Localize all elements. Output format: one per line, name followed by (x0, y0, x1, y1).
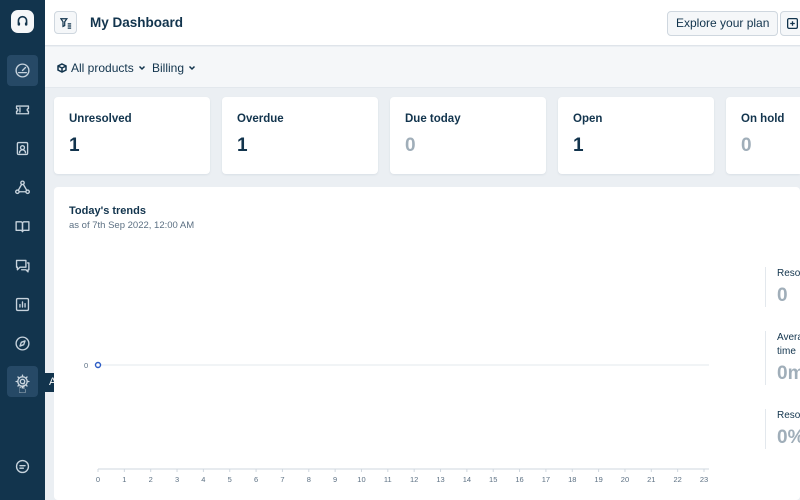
x-tick-label: 16 (515, 475, 523, 484)
x-tick-label: 22 (673, 475, 681, 484)
x-tick-label: 9 (333, 475, 337, 484)
x-tick-label: 7 (280, 475, 284, 484)
card-value: 1 (237, 135, 248, 156)
conversations-icon[interactable] (7, 250, 38, 281)
products-dropdown-label: All products (71, 61, 134, 75)
sidebar: ☝ (0, 0, 45, 500)
new-item-plus-icon[interactable] (780, 11, 800, 36)
groups-icon[interactable] (7, 172, 38, 203)
x-tick-label: 5 (228, 475, 232, 484)
dashboard-icon[interactable] (7, 55, 38, 86)
card-label: Unresolved (69, 113, 132, 125)
x-tick-label: 20 (621, 475, 629, 484)
card-label: Due today (405, 113, 461, 125)
explore-icon[interactable] (7, 328, 38, 359)
x-tick-label: 2 (149, 475, 153, 484)
x-tick-label: 6 (254, 475, 258, 484)
x-tick-label: 3 (175, 475, 179, 484)
chat-support-icon[interactable] (7, 451, 38, 482)
card-overdue[interactable]: Overdue 1 (222, 97, 378, 174)
card-open[interactable]: Open 1 (558, 97, 714, 174)
reports-icon[interactable] (7, 289, 38, 320)
x-tick-label: 12 (410, 475, 418, 484)
products-dropdown[interactable]: All products (57, 61, 146, 75)
chevron-down-icon (138, 65, 145, 71)
chevron-down-icon (188, 65, 196, 71)
x-tick-label: 4 (201, 475, 205, 484)
filter-toggle-icon[interactable] (54, 11, 77, 34)
metric-value: 0 (777, 285, 788, 306)
metric-value: 0m (777, 363, 800, 384)
card-value: 1 (69, 135, 80, 156)
x-tick-label: 17 (542, 475, 550, 484)
page-title: My Dashboard (90, 15, 184, 30)
x-tick-label: 10 (357, 475, 365, 484)
x-tick-label: 14 (463, 475, 471, 484)
card-label: Open (573, 113, 603, 125)
x-tick-label: 11 (384, 475, 392, 484)
products-icon (57, 63, 67, 73)
billing-dropdown[interactable]: Billing (152, 61, 196, 75)
x-tick-label: 15 (489, 475, 497, 484)
card-due-today[interactable]: Due today 0 (390, 97, 546, 174)
x-tick-label: 8 (307, 475, 311, 484)
card-value: 1 (573, 135, 584, 156)
metric-label: Reso (777, 268, 800, 279)
explore-plan-button[interactable]: Explore your plan (667, 11, 779, 36)
card-on-hold[interactable]: On hold 0 (726, 97, 800, 174)
card-unresolved[interactable]: Unresolved 1 (54, 97, 210, 174)
tickets-icon[interactable] (7, 94, 38, 125)
trend-chart: 00 1 2 3 4 5 6 7 8 9 10 11 12 13 14 15 16 17 18 19 20 21 22 23 (84, 361, 709, 484)
card-label: On hold (741, 113, 785, 125)
metric-average-time: Avera time 0m (765, 331, 800, 385)
knowledge-base-icon[interactable] (7, 211, 38, 242)
metric-label: Reso (777, 410, 800, 421)
x-tick-label: 0 (96, 475, 100, 484)
filter-bar: All products Billing (45, 47, 800, 88)
top-header: My Dashboard Explore your plan (45, 0, 800, 46)
x-tick-label: 21 (647, 475, 655, 484)
metric-resolution-rate: Reso 0% (765, 409, 800, 449)
card-value: 0 (405, 135, 416, 156)
x-tick-label: 18 (568, 475, 576, 484)
app-logo-icon[interactable] (11, 10, 34, 33)
series-point (94, 361, 102, 369)
card-value: 0 (741, 135, 752, 156)
metric-label: Avera time (777, 332, 800, 357)
card-label: Overdue (237, 113, 284, 125)
todays-trends-panel: Today's trends as of 7th Sep 2022, 12:00… (54, 187, 800, 500)
x-tick-label: 23 (700, 475, 708, 484)
hand-cursor-icon: ☝ (18, 380, 27, 396)
x-tick-label: 19 (594, 475, 602, 484)
billing-dropdown-label: Billing (152, 61, 185, 75)
x-tick-label: 1 (122, 475, 126, 484)
x-tick-label: 13 (436, 475, 444, 484)
metric-value: 0% (777, 427, 800, 448)
y-tick-label: 0 (84, 361, 88, 370)
contacts-icon[interactable] (7, 133, 38, 164)
metric-resolved: Reso 0 (765, 267, 800, 307)
